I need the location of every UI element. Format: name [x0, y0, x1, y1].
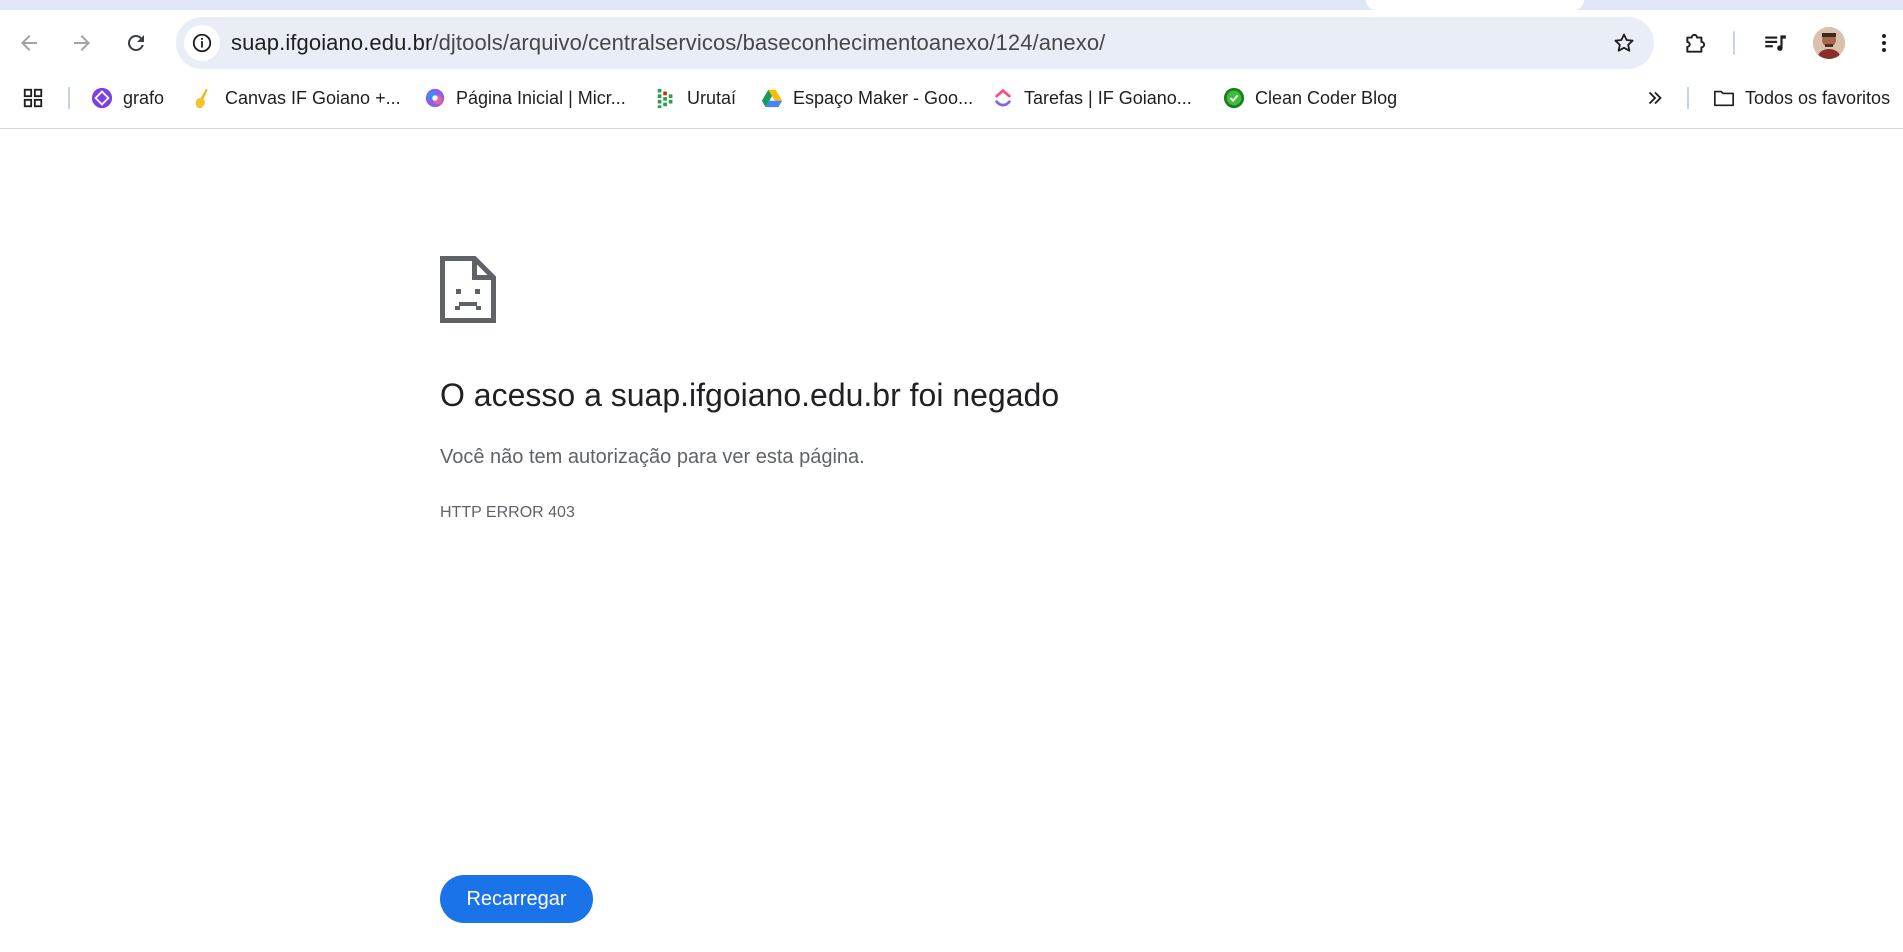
puzzle-icon	[1686, 33, 1706, 53]
reload-toolbar-button[interactable]	[116, 23, 156, 63]
active-tab[interactable]	[1366, 0, 1584, 10]
bookmark-espaco-maker[interactable]: Espaço Maker - Goo...	[761, 76, 973, 120]
bookmark-label: Clean Coder Blog	[1255, 87, 1398, 108]
url-text[interactable]: suap.ifgoiano.edu.br/djtools/arquivo/cen…	[231, 17, 1105, 69]
bookmark-canvas[interactable]: Canvas IF Goiano +...	[193, 76, 401, 120]
toolbar-divider	[1733, 31, 1735, 55]
folder-icon	[1714, 90, 1734, 107]
url-path: /djtools/arquivo/centralservicos/basecon…	[432, 30, 1106, 55]
star-icon	[1614, 33, 1634, 52]
bookmark-urutai[interactable]: Urutaí	[655, 76, 736, 120]
bookmark-label: Espaço Maker - Goo...	[793, 87, 974, 108]
bookmark-grafo[interactable]: grafo	[91, 76, 164, 120]
address-bar[interactable]: suap.ifgoiano.edu.br/djtools/arquivo/cen…	[176, 17, 1654, 69]
bookmarks-divider	[1687, 87, 1689, 109]
all-bookmarks-button[interactable]: Todos os favoritos	[1713, 76, 1890, 120]
browser-toolbar: suap.ifgoiano.edu.br/djtools/arquivo/cen…	[0, 10, 1903, 76]
error-code: HTTP ERROR 403	[440, 504, 575, 521]
google-drive-icon	[761, 89, 783, 108]
bookmark-label: Página Inicial | Micr...	[456, 87, 626, 108]
apps-grid-icon	[23, 88, 43, 108]
bookmark-microsoft[interactable]: Página Inicial | Micr...	[424, 76, 626, 120]
tab-strip	[0, 0, 1903, 10]
clean-coder-icon	[1223, 87, 1245, 109]
chevron-double-right-icon	[1648, 91, 1662, 105]
canvas-icon	[195, 88, 208, 109]
url-host: suap.ifgoiano.edu.br	[231, 30, 433, 55]
profile-avatar[interactable]	[1813, 27, 1845, 59]
more-bookmarks-button[interactable]	[1644, 76, 1666, 120]
menu-button[interactable]	[1864, 23, 1903, 63]
reload-icon	[127, 34, 144, 51]
clickup-icon	[995, 88, 1011, 107]
error-description: Você não tem autorização para ver esta p…	[440, 446, 865, 468]
bookmark-label: Tarefas | IF Goiano...	[1024, 87, 1192, 108]
all-bookmarks-label: Todos os favoritos	[1745, 87, 1891, 108]
error-page: O acesso a suap.ifgoiano.edu.br foi nega…	[0, 129, 1903, 952]
media-queue-icon	[1765, 35, 1786, 51]
extensions-button[interactable]	[1676, 23, 1716, 63]
urutai-icon	[657, 88, 673, 109]
back-button[interactable]	[9, 23, 49, 63]
bookmark-label: grafo	[123, 87, 165, 108]
media-controls-button[interactable]	[1755, 23, 1795, 63]
error-title: O acesso a suap.ifgoiano.edu.br foi nega…	[440, 377, 1060, 413]
bookmarks-bar: grafo Canvas IF Goiano +... Página Inici…	[0, 76, 1903, 129]
kebab-menu-icon	[1882, 34, 1886, 52]
sad-page-icon	[440, 256, 496, 323]
avatar-icon	[1813, 27, 1845, 59]
bookmark-label: Canvas IF Goiano +...	[225, 87, 401, 108]
site-info-button[interactable]	[184, 25, 220, 61]
microsoft-icon	[425, 88, 445, 108]
arrow-right-icon	[74, 35, 90, 51]
forward-button[interactable]	[62, 23, 102, 63]
bookmark-label: Urutaí	[687, 87, 737, 108]
bookmark-clean-coder[interactable]: Clean Coder Blog	[1223, 76, 1397, 120]
apps-button[interactable]	[22, 76, 44, 120]
arrow-left-icon	[21, 35, 37, 51]
bookmark-tarefas[interactable]: Tarefas | IF Goiano...	[992, 76, 1192, 120]
info-icon	[192, 33, 212, 53]
bookmarks-divider	[68, 87, 70, 109]
bookmark-star-button[interactable]	[1606, 25, 1642, 61]
grafo-icon	[91, 87, 113, 109]
reload-button[interactable]: Recarregar	[440, 875, 593, 923]
